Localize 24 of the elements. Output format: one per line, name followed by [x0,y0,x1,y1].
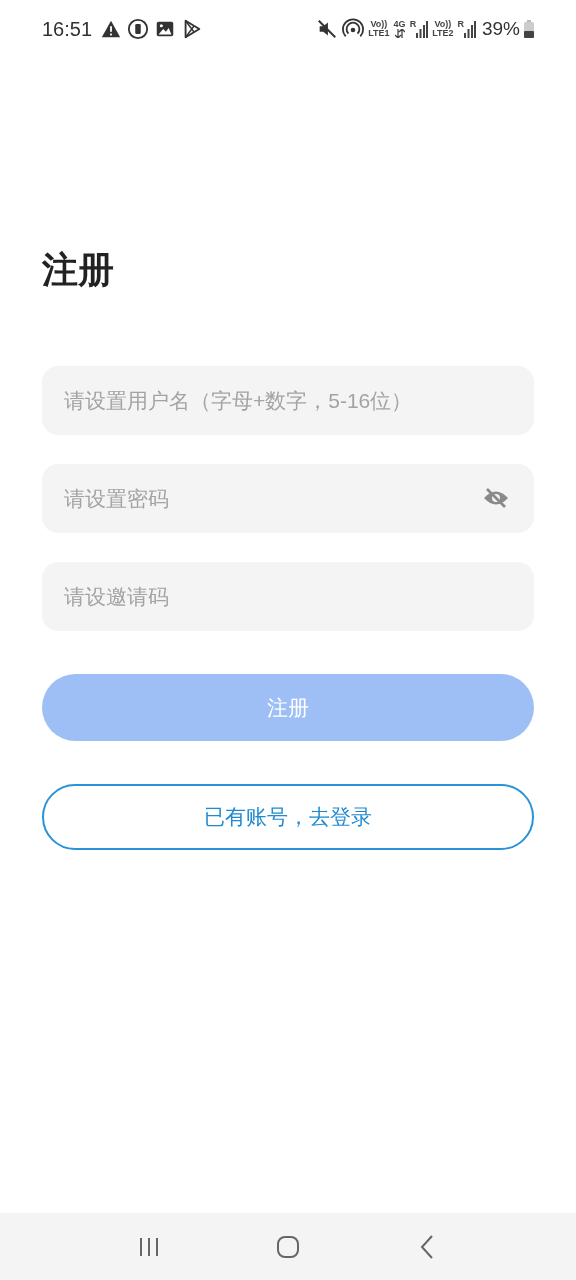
clock: 16:51 [42,17,93,42]
home-icon [276,1234,300,1259]
battery-percentage: 39% [481,16,520,41]
roaming-label: R [457,20,464,29]
input-field[interactable]: 请设置密码 [42,464,534,533]
signal-icon [463,20,476,38]
page-title: 注册 [42,248,115,292]
signal-label: LTE1 [368,29,390,38]
roaming-label: R [409,20,417,29]
phone-icon [127,18,150,40]
input-field[interactable]: 请设邀请码 [42,562,534,631]
signal-label: Vo)) [434,20,452,29]
eye-off-icon[interactable] [482,486,510,510]
network-label: 4G [393,20,406,29]
input-field[interactable]: 请设置用户名（字母+数字，5-16位） [42,366,534,435]
recent-apps-icon [138,1235,161,1258]
battery-icon [524,20,534,38]
signal-icon [416,20,429,38]
signal-label: LTE2 [432,29,454,38]
mute-icon [316,18,339,40]
data-arrows-icon [394,29,405,38]
back-icon [418,1233,435,1260]
login-button[interactable]: 已有账号，去登录 [42,784,534,850]
signal-label: Vo)) [370,20,388,29]
